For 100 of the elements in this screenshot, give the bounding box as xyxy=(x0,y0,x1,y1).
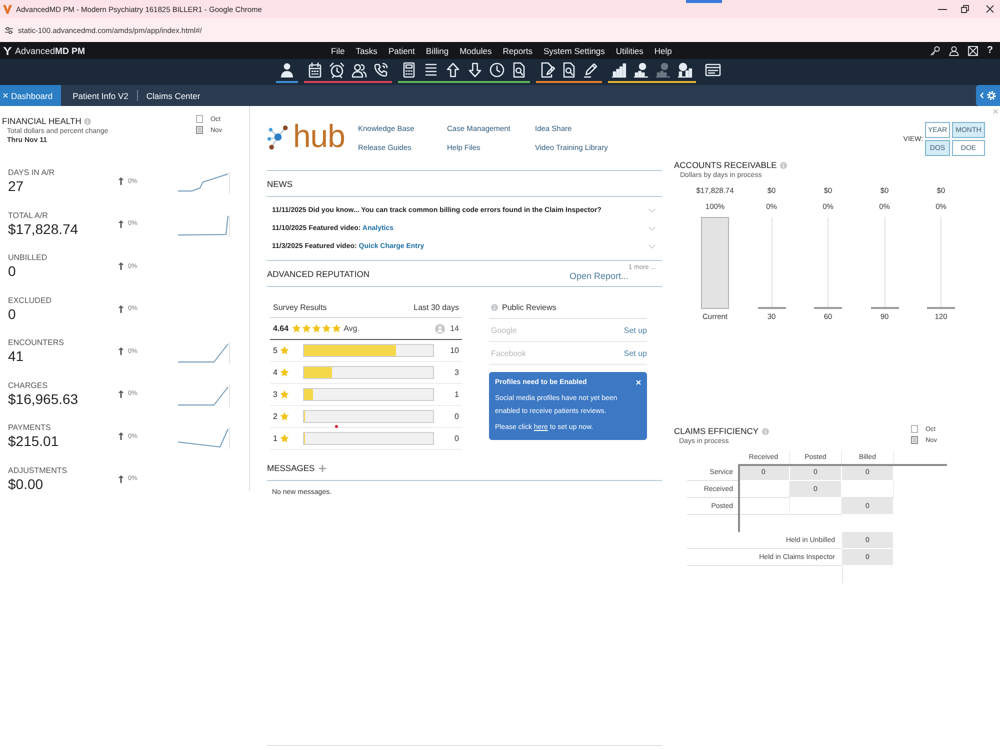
sparkline xyxy=(178,214,230,238)
star-icon xyxy=(280,434,289,443)
menu-item[interactable]: File xyxy=(331,46,345,56)
window-snap-bar xyxy=(686,0,722,3)
section-title: FINANCIAL HEALTH xyxy=(2,116,82,127)
gear-icon xyxy=(986,90,996,101)
metric-value: $215.01 xyxy=(8,433,60,450)
legend-swatch xyxy=(196,115,204,123)
section-title: Public Reviews xyxy=(502,303,556,312)
menu-item[interactable]: System Settings xyxy=(544,46,605,56)
site-name: Facebook xyxy=(491,348,526,358)
add-icon[interactable] xyxy=(318,464,326,472)
close-icon[interactable] xyxy=(986,5,994,13)
rating-label: 5 xyxy=(273,346,278,355)
rating-label: 4 xyxy=(273,368,278,377)
tab[interactable]: Patient Info V2 xyxy=(64,85,138,106)
metric-label: PAYMENTS xyxy=(8,422,52,434)
star-icon xyxy=(280,412,289,421)
tab[interactable]: Claims Center xyxy=(137,85,210,106)
rating-count: 3 xyxy=(454,368,459,377)
section-title: NEWS xyxy=(267,179,292,189)
pen-icon[interactable] xyxy=(583,62,599,78)
mail-icon[interactable] xyxy=(968,46,978,56)
star-icon xyxy=(292,324,301,333)
metric-value: $0.00 xyxy=(8,476,44,493)
rating-count: 10 xyxy=(449,346,459,355)
logo-icon xyxy=(3,46,12,55)
menu-item[interactable]: Patient xyxy=(388,46,415,56)
key-icon[interactable] xyxy=(930,46,940,56)
info-icon xyxy=(84,118,92,125)
section-title: MESSAGES xyxy=(267,463,315,473)
info-icon xyxy=(491,304,498,311)
site-name: Google xyxy=(491,326,517,334)
star-icon xyxy=(312,324,321,333)
user-icon[interactable] xyxy=(279,62,295,78)
table-cell xyxy=(738,498,790,515)
logo-icon xyxy=(3,4,12,14)
document-search-icon[interactable] xyxy=(561,62,577,78)
star-icon xyxy=(322,324,331,333)
tab[interactable]: Dashboard xyxy=(0,85,61,106)
chart-pin-icon[interactable] xyxy=(633,62,649,78)
sparkline xyxy=(178,171,230,196)
metric-label: DAYS IN A/R xyxy=(8,167,56,178)
menu-item[interactable]: Utilities xyxy=(616,46,644,56)
list-icon[interactable] xyxy=(423,62,439,78)
average-rating: 4.64 xyxy=(273,324,289,333)
menu-item[interactable]: Help xyxy=(654,46,672,56)
document-search-icon[interactable] xyxy=(511,62,527,78)
metric-label: CHARGES xyxy=(8,380,49,391)
sparkline xyxy=(178,426,230,450)
metric-value: 0 xyxy=(8,306,17,323)
setup-link[interactable]: Set up xyxy=(624,348,647,358)
dot-icon xyxy=(335,425,338,428)
sparkline xyxy=(178,384,230,408)
phone-icon[interactable] xyxy=(373,62,389,78)
calendar-icon[interactable] xyxy=(307,62,323,78)
rating-label: 1 xyxy=(273,434,278,443)
panel-toggle-button[interactable] xyxy=(976,85,1000,106)
menu-item[interactable]: Modules xyxy=(460,46,492,56)
metric-label: TOTAL A/R xyxy=(8,210,49,221)
calculator-icon[interactable] xyxy=(401,62,417,78)
info-icon xyxy=(780,162,787,169)
app-logo: AdvancedMD PM xyxy=(15,46,86,56)
bar-chart-icon[interactable] xyxy=(611,62,627,78)
legend-swatch xyxy=(196,126,204,134)
metric-value: 0 xyxy=(8,263,17,280)
section-title: ADVANCED REPUTATION xyxy=(267,269,370,279)
users-icon[interactable] xyxy=(351,62,367,78)
arrow-up-icon[interactable] xyxy=(445,62,461,78)
user-icon[interactable] xyxy=(948,46,959,56)
survey-title: Survey Results xyxy=(273,302,327,312)
chevron-left-icon xyxy=(980,92,984,99)
sparkline xyxy=(178,341,230,366)
chart-badge-icon[interactable] xyxy=(677,62,693,78)
menu-item[interactable]: Reports xyxy=(502,46,532,56)
rating-count: 1 xyxy=(454,390,459,399)
section-title: CLAIMS EFFICIENCY xyxy=(674,426,759,437)
rating-label: 3 xyxy=(273,390,278,399)
rating-label: 2 xyxy=(273,412,278,421)
star-icon xyxy=(280,346,289,355)
help-button[interactable]: ? xyxy=(986,45,993,56)
restore-icon[interactable] xyxy=(961,5,969,13)
survey-period: Last 30 days xyxy=(414,302,459,312)
setup-link[interactable]: Set up xyxy=(624,326,647,334)
info-icon xyxy=(762,428,769,435)
window-icon[interactable] xyxy=(705,62,721,78)
arrow-down-icon[interactable] xyxy=(467,62,483,78)
document-edit-icon[interactable] xyxy=(539,62,555,78)
menu-item[interactable]: Billing xyxy=(426,46,449,56)
clock-icon[interactable] xyxy=(489,62,505,78)
open-report-link[interactable]: Open Report... xyxy=(569,270,629,280)
menu-item[interactable]: Tasks xyxy=(356,46,378,56)
site-info-icon[interactable] xyxy=(5,26,13,34)
metric-label: EXCLUDED xyxy=(8,294,53,306)
minimize-icon[interactable] xyxy=(938,8,947,10)
hub-logo: hub xyxy=(293,120,345,152)
metric-label: UNBILLED xyxy=(8,252,48,264)
metric-value: 41 xyxy=(8,348,25,366)
alarm-clock-icon[interactable] xyxy=(329,62,345,78)
user-icon xyxy=(435,324,446,334)
